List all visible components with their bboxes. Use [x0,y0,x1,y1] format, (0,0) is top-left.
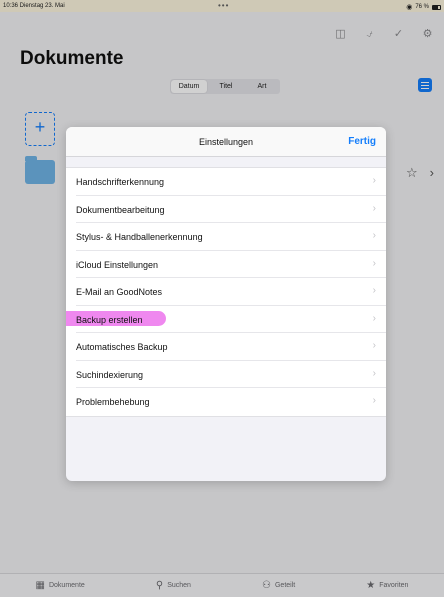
chevron-right-icon: › [372,202,376,214]
modal-header: Einstellungen Fertig [66,127,386,157]
settings-item-icloud[interactable]: iCloud Einstellungen › [66,251,386,279]
settings-item-label: Suchindexierung [76,369,144,380]
settings-item-suchindexierung[interactable]: Suchindexierung › [66,361,386,389]
settings-list: Handschrifterkennung › Dokumentbearbeitu… [66,167,386,417]
settings-item-backup-erstellen[interactable]: Backup erstellen › [66,306,386,334]
chevron-right-icon: › [372,285,376,296]
chevron-right-icon: › [372,340,376,351]
settings-item-label: E-Mail an GoodNotes [76,287,163,297]
settings-item-problembehebung[interactable]: Problembehebung › [66,388,386,416]
chevron-right-icon: › [372,367,376,379]
settings-item-dokumentbearbeitung[interactable]: Dokumentbearbeitung › [66,196,386,224]
chevron-right-icon: › [372,395,376,406]
settings-item-label: Automatisches Backup [76,342,168,352]
settings-item-label: Handschrifterkennung [76,177,165,187]
settings-item-label: Backup erstellen [76,314,143,325]
settings-item-email[interactable]: E-Mail an GoodNotes › [66,278,386,306]
settings-item-handschrifterkennung[interactable]: Handschrifterkennung › [66,168,386,196]
settings-item-label: Problembehebung [76,397,150,407]
settings-item-automatisches-backup[interactable]: Automatisches Backup › [66,333,386,361]
settings-item-label: iCloud Einstellungen [76,259,159,270]
settings-item-label: Stylus- & Handballenerkennung [76,232,203,242]
modal-title: Einstellungen [198,137,254,147]
settings-item-stylus[interactable]: Stylus- & Handballenerkennung › [66,223,386,251]
chevron-right-icon: › [372,257,376,269]
settings-item-label: Dokumentbearbeitung [76,204,165,215]
chevron-right-icon: › [372,175,376,186]
chevron-right-icon: › [372,230,376,241]
chevron-right-icon: › [372,312,376,324]
done-button[interactable]: Fertig [348,136,376,147]
settings-modal: Einstellungen Fertig Handschrifterkennun… [66,127,386,481]
